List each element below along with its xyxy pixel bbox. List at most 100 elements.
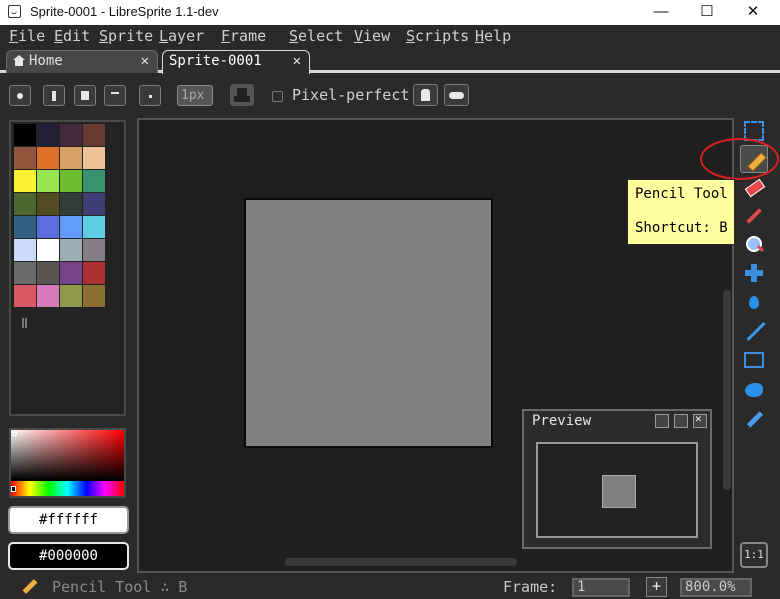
palette-swatch[interactable] [83,193,105,215]
tiled-mode-button[interactable] [444,84,469,106]
menu-sprite[interactable]: Sprite [99,27,153,45]
line-tool[interactable] [740,317,768,345]
palette-swatch[interactable] [83,147,105,169]
symmetry-button[interactable] [413,84,438,106]
play-icon[interactable] [674,414,688,428]
reset-zoom-button[interactable]: 1:1 [740,542,768,568]
menu-bar: File Edit Sprite Layer Frame Select View… [0,25,780,47]
tab-bar: Home ✕ Sprite-0001 ✕ [0,47,780,74]
paint-bucket-tool[interactable] [740,287,768,315]
palette-swatch[interactable] [83,285,105,307]
window-title: Sprite-0001 - LibreSprite 1.1-dev [30,4,219,19]
palette-swatch[interactable] [60,124,82,146]
ink-type-button[interactable] [230,84,254,106]
palette-swatch[interactable] [60,216,82,238]
paint-bucket-icon [744,291,764,311]
close-tab-home-icon[interactable]: ✕ [141,51,149,72]
sv-cursor[interactable] [13,432,17,436]
palette-swatch[interactable] [37,239,59,261]
highlight-annotation [700,138,779,180]
palette-panel [9,120,126,416]
menu-file[interactable]: File [9,27,45,45]
hue-slider[interactable] [11,481,124,496]
minimize-button[interactable]: — [638,0,684,25]
palette-swatch[interactable] [60,262,82,284]
menu-help[interactable]: Help [475,27,511,45]
palette-swatch[interactable] [83,124,105,146]
frame-input[interactable]: 1 [572,578,630,597]
palette-swatch[interactable] [60,170,82,192]
vertical-scrollbar[interactable] [723,290,731,490]
preview-viewport [536,442,698,538]
palette-swatch[interactable] [83,262,105,284]
palette-swatch[interactable] [83,216,105,238]
move-tool[interactable] [740,259,768,287]
rectangle-icon [744,352,764,368]
palette-resize-grip[interactable] [22,318,27,328]
palette-swatch[interactable] [14,216,36,238]
palette-swatch[interactable] [37,170,59,192]
preview-mode-icon[interactable] [655,414,669,428]
circle-brush-icon [17,93,23,99]
frame-label: Frame: [503,578,558,596]
palette-swatch[interactable] [14,147,36,169]
tooltip-shortcut: Shortcut: B [635,220,728,236]
pixel-perfect-label: Pixel-perfect [292,86,410,104]
home-icon [13,55,25,66]
menu-scripts[interactable]: Scripts [406,27,469,45]
close-tab-sprite-icon[interactable]: ✕ [293,51,301,72]
maximize-button[interactable]: ☐ [684,0,730,25]
rectangle-tool[interactable] [740,346,768,374]
palette-swatch[interactable] [37,147,59,169]
pixel-perfect-checkbox[interactable] [272,91,283,102]
palette-swatch[interactable] [14,285,36,307]
sprite-canvas[interactable] [244,198,493,448]
eraser-icon [744,177,764,197]
palette-swatch[interactable] [14,170,36,192]
line-brush-button[interactable] [104,85,126,106]
background-color-button[interactable]: #000000 [8,542,129,570]
close-preview-icon[interactable]: ✕ [693,412,707,428]
brush-dropdown-button[interactable] [43,85,65,106]
menu-select[interactable]: Select [289,27,343,45]
horizontal-scrollbar[interactable] [285,558,517,566]
zoom-field[interactable]: 800.0% [680,578,752,597]
palette-swatch[interactable] [83,239,105,261]
palette-swatch[interactable] [14,124,36,146]
palette-swatch[interactable] [60,147,82,169]
tab-sprite-0001[interactable]: Sprite-0001 ✕ [162,50,310,74]
palette-swatch[interactable] [60,239,82,261]
brush-size-field[interactable]: 1px [177,85,213,106]
palette-swatch[interactable] [14,239,36,261]
eyedropper-tool[interactable] [740,202,768,230]
foreground-color-button[interactable]: #ffffff [8,506,129,534]
menu-layer[interactable]: Layer [159,27,204,45]
brush-type-button[interactable] [9,85,31,106]
palette-swatch[interactable] [37,216,59,238]
tab-home[interactable]: Home ✕ [6,50,158,73]
pixel-brush-button[interactable] [139,85,161,106]
close-window-button[interactable]: ✕ [730,0,776,25]
palette-swatch[interactable] [37,285,59,307]
square-brush-button[interactable] [74,85,96,106]
palette-swatch[interactable] [37,193,59,215]
spray-tool[interactable] [740,405,768,433]
menu-edit[interactable]: Edit [54,27,90,45]
color-spectrum[interactable] [9,428,126,498]
zoom-tool[interactable] [740,230,768,258]
square-brush-icon [81,91,89,100]
palette-swatch[interactable] [14,262,36,284]
blob-tool[interactable] [740,375,768,403]
add-frame-button[interactable]: + [646,577,667,597]
hue-cursor[interactable] [11,486,16,492]
palette-swatch[interactable] [14,193,36,215]
palette-swatch[interactable] [37,124,59,146]
preview-window: Preview ✕ [522,409,712,549]
menu-frame[interactable]: Frame [221,27,266,45]
palette-swatch[interactable] [60,193,82,215]
palette-swatch[interactable] [83,170,105,192]
palette-swatch[interactable] [37,262,59,284]
palette-swatch[interactable] [60,285,82,307]
menu-view[interactable]: View [354,27,390,45]
saturation-value-field[interactable] [11,430,124,480]
